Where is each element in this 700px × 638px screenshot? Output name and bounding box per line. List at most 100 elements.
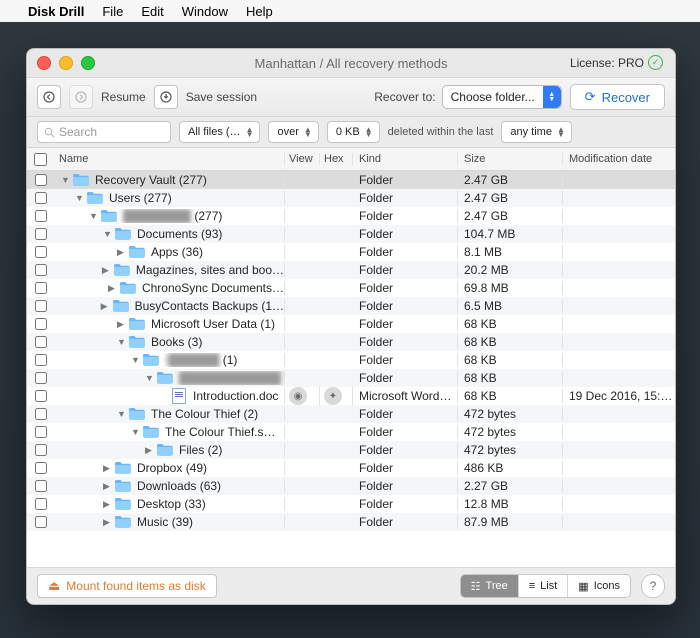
disclosure-triangle-icon[interactable]: ▼ — [89, 211, 95, 221]
column-kind[interactable]: Kind — [353, 153, 458, 165]
row-checkbox[interactable] — [35, 282, 47, 294]
column-name[interactable]: Name — [53, 153, 285, 165]
table-row[interactable]: ▼████████ (277)Folder2.47 GB — [27, 207, 675, 225]
disclosure-triangle-icon[interactable]: ▶ — [108, 283, 114, 294]
table-row[interactable]: ▼Users (277)Folder2.47 GB — [27, 189, 675, 207]
row-checkbox[interactable] — [35, 264, 47, 276]
row-name: ████████ (277) — [123, 209, 222, 223]
row-checkbox[interactable] — [35, 210, 47, 222]
menu-file[interactable]: File — [102, 4, 123, 19]
folder-icon — [143, 426, 159, 438]
file-tree[interactable]: ▼Recovery Vault (277)Folder2.47 GB▼Users… — [27, 171, 675, 567]
view-tree-button[interactable]: ☷Tree — [461, 575, 519, 597]
table-row[interactable]: ▼Documents (93)Folder104.7 MB — [27, 225, 675, 243]
view-list-button[interactable]: ≡List — [519, 575, 569, 597]
table-row[interactable]: ▼████████████Folder68 KB — [27, 369, 675, 387]
row-checkbox[interactable] — [35, 516, 47, 528]
disclosure-triangle-icon[interactable]: ▼ — [103, 229, 109, 239]
table-row[interactable]: ▶Dropbox (49)Folder486 KB — [27, 459, 675, 477]
table-row[interactable]: ▶Apps (36)Folder8.1 MB — [27, 243, 675, 261]
save-session-label[interactable]: Save session — [186, 90, 257, 104]
row-checkbox[interactable] — [35, 336, 47, 348]
preview-button[interactable]: ◉ — [289, 387, 307, 405]
column-modification[interactable]: Modification date — [563, 153, 675, 165]
row-checkbox[interactable] — [35, 372, 47, 384]
row-checkbox[interactable] — [35, 354, 47, 366]
disclosure-triangle-icon[interactable]: ▶ — [101, 301, 107, 312]
view-icons-button[interactable]: ▦Icons — [568, 575, 630, 597]
row-checkbox[interactable] — [35, 480, 47, 492]
menu-help[interactable]: Help — [246, 4, 273, 19]
row-checkbox[interactable] — [35, 228, 47, 240]
zoom-window-button[interactable] — [81, 56, 95, 70]
row-checkbox[interactable] — [35, 498, 47, 510]
row-kind: Folder — [353, 353, 458, 367]
table-row[interactable]: ▼I██████ (1)Folder68 KB — [27, 351, 675, 369]
column-hex[interactable]: Hex — [320, 153, 353, 165]
table-row[interactable]: ▶Desktop (33)Folder12.8 MB — [27, 495, 675, 513]
chevron-updown-icon: ▲▼ — [543, 86, 561, 108]
forward-button[interactable] — [69, 85, 93, 109]
row-checkbox[interactable] — [35, 462, 47, 474]
table-row[interactable]: ▶Downloads (63)Folder2.27 GB — [27, 477, 675, 495]
table-row[interactable]: ▶ChronoSync Documents…Folder69.8 MB — [27, 279, 675, 297]
disclosure-triangle-icon[interactable]: ▼ — [131, 427, 137, 437]
row-checkbox[interactable] — [35, 408, 47, 420]
row-checkbox[interactable] — [35, 318, 47, 330]
disclosure-triangle-icon[interactable]: ▶ — [102, 265, 108, 276]
hex-button[interactable]: ✦ — [324, 387, 342, 405]
file-type-filter[interactable]: All files (…▲▼ — [179, 121, 260, 143]
search-input[interactable]: Search — [37, 121, 171, 143]
row-checkbox[interactable] — [35, 426, 47, 438]
table-row[interactable]: ▼Books (3)Folder68 KB — [27, 333, 675, 351]
disclosure-triangle-icon[interactable]: ▶ — [103, 481, 109, 492]
row-kind: Folder — [353, 479, 458, 493]
row-checkbox[interactable] — [35, 174, 47, 186]
resume-label[interactable]: Resume — [101, 90, 146, 104]
back-button[interactable] — [37, 85, 61, 109]
filter-bar: Search All files (…▲▼ over▲▼ 0 KB▲▼ dele… — [27, 117, 675, 148]
menu-app-name[interactable]: Disk Drill — [28, 4, 84, 19]
table-row[interactable]: ▼The Colour Thief.s…Folder472 bytes — [27, 423, 675, 441]
row-checkbox[interactable] — [35, 300, 47, 312]
column-size[interactable]: Size — [458, 153, 563, 165]
disclosure-triangle-icon[interactable]: ▼ — [117, 337, 123, 347]
table-row[interactable]: ▶BusyContacts Backups (1…Folder6.5 MB — [27, 297, 675, 315]
disclosure-triangle-icon[interactable]: ▶ — [103, 517, 109, 528]
row-checkbox[interactable] — [35, 444, 47, 456]
disclosure-triangle-icon[interactable]: ▼ — [75, 193, 81, 203]
disclosure-triangle-icon[interactable]: ▶ — [103, 463, 109, 474]
disclosure-triangle-icon[interactable]: ▶ — [117, 319, 123, 330]
column-view[interactable]: View — [285, 153, 320, 165]
disclosure-triangle-icon[interactable]: ▶ — [103, 499, 109, 510]
disclosure-triangle-icon[interactable]: ▼ — [145, 373, 151, 383]
disclosure-triangle-icon[interactable]: ▶ — [145, 445, 151, 456]
save-session-button[interactable] — [154, 85, 178, 109]
menu-edit[interactable]: Edit — [141, 4, 163, 19]
choose-folder-dropdown[interactable]: Choose folder... ▲▼ — [442, 85, 562, 109]
row-checkbox[interactable] — [35, 192, 47, 204]
disclosure-triangle-icon[interactable]: ▼ — [61, 175, 67, 185]
select-all-checkbox[interactable] — [34, 153, 47, 166]
table-row[interactable]: ▼Recovery Vault (277)Folder2.47 GB — [27, 171, 675, 189]
mount-button[interactable]: ⏏ Mount found items as disk — [37, 574, 217, 598]
help-button[interactable]: ? — [641, 574, 665, 598]
disclosure-triangle-icon[interactable]: ▼ — [117, 409, 123, 419]
recover-button[interactable]: ⟳ Recover — [570, 84, 665, 110]
size-filter[interactable]: 0 KB▲▼ — [327, 121, 380, 143]
table-row[interactable]: ▼The Colour Thief (2)Folder472 bytes — [27, 405, 675, 423]
minimize-window-button[interactable] — [59, 56, 73, 70]
disclosure-triangle-icon[interactable]: ▶ — [117, 247, 123, 258]
table-row[interactable]: ▶Microsoft User Data (1)Folder68 KB — [27, 315, 675, 333]
table-row[interactable]: Introduction.doc◉✦Microsoft Word…68 KB19… — [27, 387, 675, 405]
table-row[interactable]: ▶Magazines, sites and boo…Folder20.2 MB — [27, 261, 675, 279]
disclosure-triangle-icon[interactable]: ▼ — [131, 355, 137, 365]
time-filter[interactable]: any time▲▼ — [501, 121, 572, 143]
table-row[interactable]: ▶Music (39)Folder87.9 MB — [27, 513, 675, 531]
row-checkbox[interactable] — [35, 390, 47, 402]
menu-window[interactable]: Window — [182, 4, 228, 19]
over-filter[interactable]: over▲▼ — [268, 121, 318, 143]
close-window-button[interactable] — [37, 56, 51, 70]
row-checkbox[interactable] — [35, 246, 47, 258]
table-row[interactable]: ▶Files (2)Folder472 bytes — [27, 441, 675, 459]
